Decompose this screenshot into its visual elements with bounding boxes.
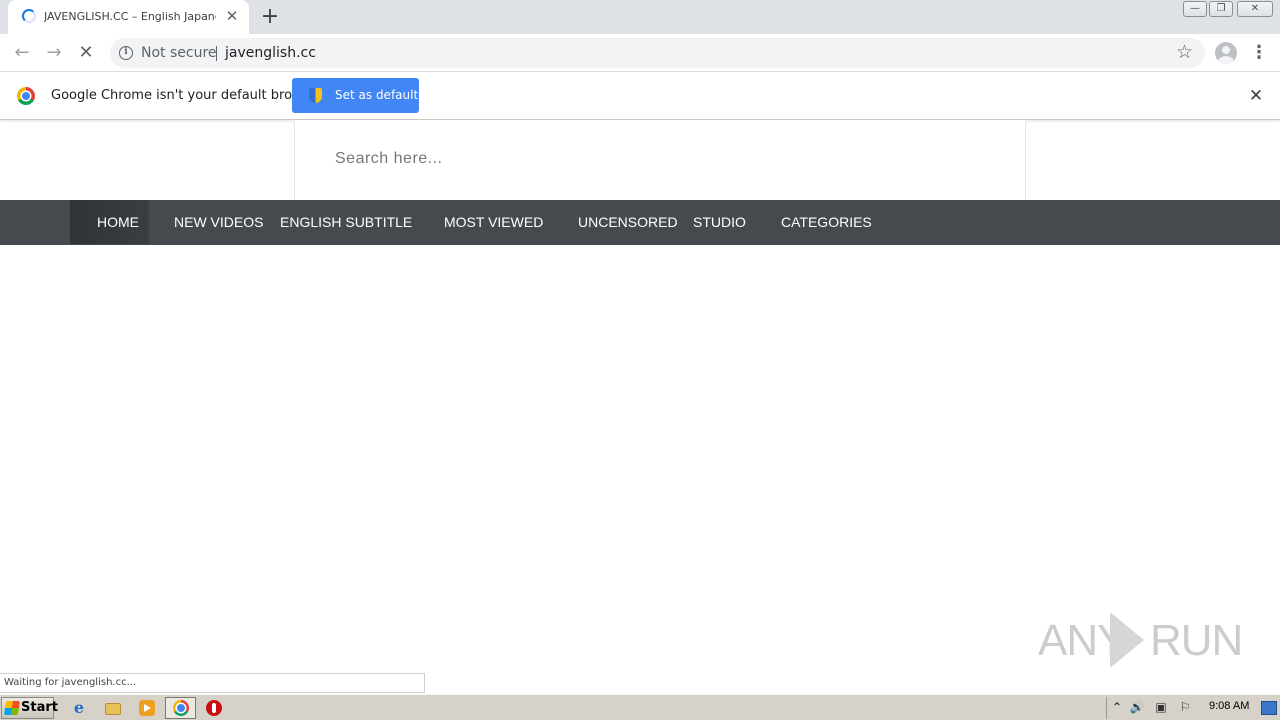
security-label[interactable]: Not secure bbox=[141, 45, 217, 61]
watermark-text-right: RUN bbox=[1150, 616, 1243, 665]
address-bar[interactable]: i Not secure javenglish.cc ☆ bbox=[110, 38, 1205, 68]
tab-close-icon[interactable]: ✕ bbox=[223, 7, 241, 25]
browser-tab[interactable]: JAVENGLISH.CC – English Japanese ✕ bbox=[8, 0, 249, 34]
stop-loading-button[interactable]: ✕ bbox=[74, 41, 98, 65]
set-as-default-label: Set as default bbox=[335, 88, 419, 102]
show-desktop-icon[interactable] bbox=[1261, 701, 1277, 715]
uac-shield-icon bbox=[309, 88, 322, 103]
system-tray: ⌃ 🔊 ▣ ⚐ 9:08 AM bbox=[1106, 697, 1280, 719]
infobar-close-icon[interactable]: ✕ bbox=[1246, 86, 1266, 106]
url-text[interactable]: javenglish.cc bbox=[225, 45, 316, 61]
opera-icon[interactable] bbox=[205, 699, 223, 717]
new-tab-button[interactable]: + bbox=[258, 5, 282, 29]
search-panel bbox=[294, 120, 1026, 200]
screen: JAVENGLISH.CC – English Japanese ✕ + — ❐… bbox=[0, 0, 1280, 720]
close-window-button[interactable]: ✕ bbox=[1237, 1, 1273, 17]
loading-spinner-icon bbox=[22, 9, 36, 23]
folder-icon[interactable] bbox=[104, 699, 122, 717]
search-input[interactable] bbox=[335, 142, 975, 176]
start-button[interactable]: Start bbox=[1, 697, 58, 719]
nav-item-new-videos[interactable]: NEW VIDEOS bbox=[174, 200, 263, 244]
main-nav: HOME NEW VIDEOS ENGLISH SUBTITLE MOST VI… bbox=[0, 200, 1280, 245]
nav-item-studio[interactable]: STUDIO bbox=[693, 200, 746, 244]
browser-toolbar: ← → ✕ i Not secure javenglish.cc ☆ ⋮ bbox=[0, 34, 1280, 72]
media-player-icon[interactable] bbox=[138, 699, 156, 717]
back-button[interactable]: ← bbox=[10, 41, 34, 65]
taskbar: Start e ⌃ 🔊 ▣ ⚐ 9:08 AM bbox=[0, 694, 1280, 720]
chrome-logo-icon bbox=[17, 87, 35, 105]
volume-icon[interactable]: 🔊 bbox=[1129, 699, 1145, 715]
show-hidden-icons-icon[interactable]: ⌃ bbox=[1109, 699, 1125, 715]
avatar-head bbox=[1222, 46, 1230, 54]
nav-item-categories[interactable]: CATEGORIES bbox=[781, 200, 872, 244]
action-center-flag-icon[interactable]: ⚐ bbox=[1177, 699, 1193, 715]
infobar-message: Google Chrome isn't your default browser bbox=[51, 88, 323, 103]
avatar-body bbox=[1218, 56, 1234, 64]
start-label: Start bbox=[21, 700, 58, 715]
nav-item-uncensored[interactable]: UNCENSORED bbox=[578, 200, 678, 244]
tab-title: JAVENGLISH.CC – English Japanese bbox=[44, 10, 216, 23]
nav-item-home[interactable]: HOME bbox=[70, 200, 149, 244]
chrome-icon bbox=[173, 700, 189, 716]
ie-icon[interactable]: e bbox=[70, 699, 88, 717]
clock[interactable]: 9:08 AM bbox=[1209, 700, 1249, 712]
status-bubble: Waiting for javenglish.cc... bbox=[0, 673, 425, 693]
nav-item-most-viewed[interactable]: MOST VIEWED bbox=[444, 200, 543, 244]
tab-strip: JAVENGLISH.CC – English Japanese ✕ + — ❐… bbox=[0, 0, 1280, 34]
default-browser-infobar: Google Chrome isn't your default browser… bbox=[0, 72, 1280, 120]
bookmark-star-icon[interactable]: ☆ bbox=[1176, 41, 1193, 63]
anyrun-watermark: ANY RUN bbox=[1038, 608, 1243, 672]
forward-button[interactable]: → bbox=[42, 41, 66, 65]
network-icon[interactable]: ▣ bbox=[1153, 699, 1169, 715]
minimize-window-button[interactable]: — bbox=[1183, 1, 1207, 17]
nav-item-english-subtitle[interactable]: ENGLISH SUBTITLE bbox=[280, 200, 412, 244]
windows-logo-icon bbox=[4, 701, 20, 715]
omnibox-divider bbox=[216, 46, 217, 61]
site-info-icon[interactable]: i bbox=[119, 46, 133, 60]
set-as-default-button[interactable]: Set as default bbox=[292, 78, 419, 113]
taskbar-chrome-button[interactable] bbox=[165, 697, 196, 719]
profile-avatar-icon[interactable] bbox=[1215, 42, 1237, 64]
restore-window-button[interactable]: ❐ bbox=[1209, 1, 1233, 17]
browser-menu-icon[interactable]: ⋮ bbox=[1250, 41, 1268, 65]
watermark-play-icon bbox=[1110, 612, 1144, 668]
